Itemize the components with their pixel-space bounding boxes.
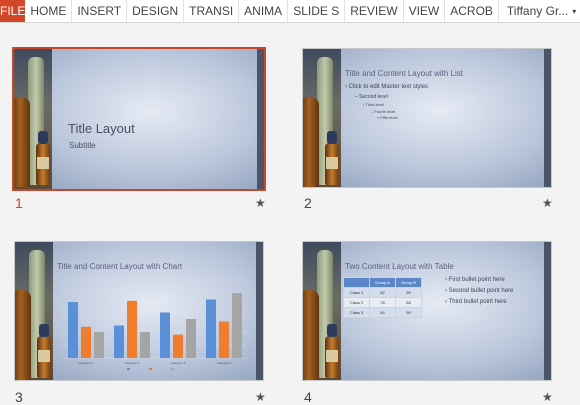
chart-bar — [232, 293, 242, 358]
table-header-cell: Group B — [395, 277, 422, 288]
chart-bar — [94, 332, 104, 358]
tab-acrobat[interactable]: ACROB — [445, 0, 499, 22]
x-tick-label: Category 3 — [171, 361, 186, 365]
slide-number-1: 1 — [15, 195, 23, 211]
data-table: Group A Group B Class 1 82 95 Class 2 76… — [343, 277, 422, 318]
tab-slide-show[interactable]: SLIDE S — [288, 0, 346, 22]
tab-transitions[interactable]: TRANSI — [184, 0, 240, 22]
x-tick-label: Category 4 — [217, 361, 232, 365]
slide-2-bullet-1-text: Click to edit Master text styles — [348, 84, 429, 90]
slide-sorter-grid: Title Layout Subtitle 1 ★ Title and Cont… — [0, 23, 580, 405]
slide-number-4: 4 — [304, 389, 312, 405]
chart-bar — [186, 319, 196, 358]
slide-2-bullet-3: › Third level — [363, 102, 384, 107]
slide-2-bullet-2: – Second level — [355, 94, 388, 100]
bottles-photo — [14, 49, 52, 189]
slide-2-bullet-2-text: Second level — [359, 94, 388, 100]
animation-star-icon[interactable]: ★ — [542, 196, 553, 210]
slide-accent-bar — [257, 49, 264, 189]
table-cell: 84 — [369, 307, 396, 318]
slide-3-title: Title and Content Layout with Chart — [57, 262, 183, 271]
table-cell: 90 — [395, 307, 422, 318]
slide-2-bullet-5-text: Fifth level — [380, 115, 398, 120]
slide-4-bullet-list: › First bullet point here › Second bulle… — [445, 275, 513, 308]
table-cell: 82 — [369, 287, 396, 298]
slide-2-bullet-4-text: Fourth level — [374, 109, 396, 114]
user-account-menu[interactable]: Tiffany Gr... ▾ — [499, 0, 580, 22]
bottles-photo — [15, 242, 53, 380]
slide-4-bullet-text: Second bullet point here — [448, 288, 514, 294]
slide-thumbnail-4[interactable]: Two Content Layout with Table Group A Gr… — [302, 241, 552, 381]
slide-4-bullet-text: Third bullet point here — [448, 299, 507, 305]
slide-4-bullet-text: First bullet point here — [448, 277, 505, 283]
table-cell: 95 — [395, 287, 422, 298]
bottles-photo — [303, 49, 341, 187]
user-name: Tiffany Gr... — [506, 4, 569, 18]
legend-swatch — [171, 368, 174, 370]
chart-bar — [219, 321, 229, 358]
slide-thumbnail-1[interactable]: Title Layout Subtitle — [12, 47, 266, 191]
table-row: Class 1 82 95 — [343, 287, 422, 298]
list-item: › Third bullet point here — [445, 299, 507, 305]
tab-animations[interactable]: ANIMA — [239, 0, 289, 22]
chart-bar — [173, 334, 183, 358]
list-item: › First bullet point here — [445, 277, 505, 283]
slide-number-3: 3 — [15, 389, 23, 405]
table-cell: 88 — [395, 297, 422, 308]
tab-review[interactable]: REVIEW — [345, 0, 404, 22]
table-row: Class 2 76 88 — [343, 297, 422, 308]
chart-bar — [68, 302, 78, 358]
chart-bar — [81, 326, 91, 358]
slide-accent-bar — [544, 242, 551, 380]
slide-thumbnail-3[interactable]: Title and Content Layout with Chart Cate… — [14, 241, 264, 381]
slide-2-bullet-3-text: Third level — [365, 102, 384, 107]
table-header-cell — [343, 277, 370, 288]
table-header-row: Group A Group B — [343, 277, 422, 288]
legend-swatch — [149, 368, 152, 370]
chart-bar — [160, 312, 170, 358]
tab-view[interactable]: VIEW — [404, 0, 446, 22]
ribbon: FILE HOME INSERT DESIGN TRANSI ANIMA SLI… — [0, 0, 580, 23]
slide-1-subtitle: Subtitle — [69, 141, 96, 150]
slide-thumbnail-2[interactable]: Title and Content Layout with List › Cli… — [302, 48, 552, 188]
slide-2-bullet-4: – Fourth level — [371, 109, 396, 114]
chart-bar — [140, 332, 150, 358]
legend-swatch — [127, 368, 130, 370]
table-cell: 76 — [369, 297, 396, 308]
chart-bar — [114, 325, 124, 358]
tab-design[interactable]: DESIGN — [127, 0, 185, 22]
slide-accent-bar — [544, 49, 551, 187]
slide-accent-bar — [256, 242, 263, 380]
list-item: › Second bullet point here — [445, 288, 514, 294]
slide-number-2: 2 — [304, 195, 312, 211]
chart-bar — [206, 299, 216, 358]
tab-home[interactable]: HOME — [25, 0, 73, 22]
table-cell: Class 2 — [343, 297, 370, 308]
x-tick-label: Category 2 — [125, 361, 140, 365]
animation-star-icon[interactable]: ★ — [542, 390, 553, 404]
animation-star-icon[interactable]: ★ — [255, 196, 266, 210]
tab-insert[interactable]: INSERT — [72, 0, 128, 22]
table-header-cell: Group A — [369, 277, 396, 288]
slide-2-bullet-5: » Fifth level — [377, 115, 398, 120]
bottles-photo — [303, 242, 341, 380]
table-cell: Class 3 — [343, 307, 370, 318]
table-cell: Class 1 — [343, 287, 370, 298]
chevron-down-icon: ▾ — [572, 6, 577, 16]
x-tick-label: Category 1 — [79, 361, 94, 365]
chart-bar — [127, 300, 137, 358]
slide-2-bullet-1: › Click to edit Master text styles — [345, 84, 429, 90]
file-tab[interactable]: FILE — [0, 0, 26, 22]
table-row: Class 3 84 90 — [343, 307, 422, 318]
slide-2-title: Title and Content Layout with List — [345, 69, 463, 78]
animation-star-icon[interactable]: ★ — [255, 390, 266, 404]
slide-1-title: Title Layout — [68, 121, 135, 136]
slide-4-title: Two Content Layout with Table — [345, 262, 454, 271]
bar-chart: Category 1 Category 2 Category 3 Category 4 — [63, 279, 247, 370]
